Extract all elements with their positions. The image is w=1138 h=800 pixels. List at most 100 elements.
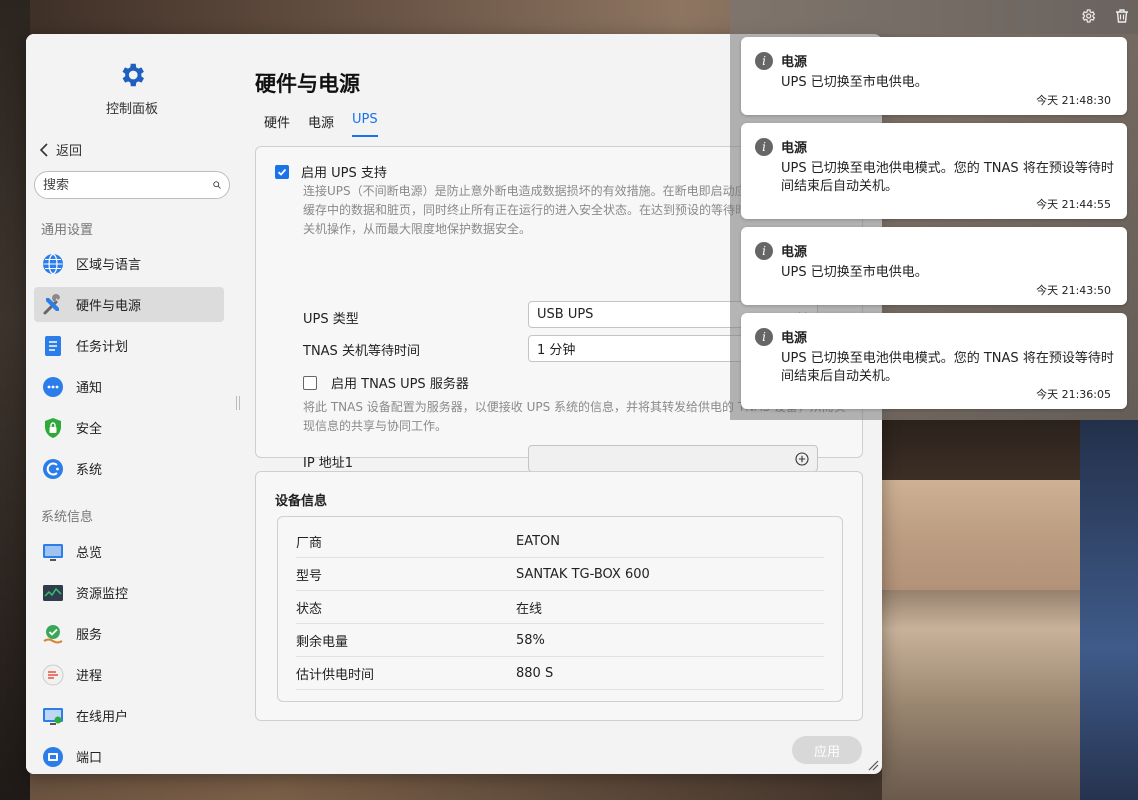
page-title: 硬件与电源: [255, 72, 360, 96]
app-header: 控制面板: [26, 60, 238, 117]
notification-panel: i 电源 UPS 已切换至市电供电。 今天 21:48:30 i 电源 UPS …: [730, 0, 1138, 420]
table-row: 估计供电时间 880 S: [296, 657, 824, 690]
settings-icon[interactable]: [1080, 8, 1096, 24]
notification-toolbar: [1080, 8, 1130, 24]
sidebar-item-notification[interactable]: 通知: [34, 369, 224, 404]
sidebar-item-ports[interactable]: 端口: [34, 739, 224, 774]
table-row: 剩余电量 58%: [296, 624, 824, 657]
info-icon: i: [755, 242, 773, 260]
device-info-card: 设备信息 厂商 EATON 型号 SANTAK TG-BOX 600 状态 在线…: [255, 471, 863, 721]
tools-icon: [43, 293, 60, 314]
row-key: 厂商: [296, 535, 323, 551]
table-row: 状态 在线: [296, 591, 824, 624]
sidebar-item-region-language[interactable]: 区域与语言: [34, 246, 224, 281]
sidebar-item-services[interactable]: 服务: [34, 616, 224, 651]
device-info-title: 设备信息: [275, 494, 328, 509]
service-icon: [43, 624, 63, 643]
sidebar-item-label: 硬件与电源: [76, 299, 142, 314]
sidebar-item-label: 总览: [76, 546, 103, 561]
sidebar-item-label: 通知: [76, 381, 103, 396]
system-icon: [43, 458, 63, 479]
sidebar-item-system[interactable]: 系统: [34, 451, 224, 486]
info-icon: i: [755, 138, 773, 156]
enable-ups-server-row: 启用 TNAS UPS 服务器: [303, 373, 469, 392]
back-button[interactable]: 返回: [38, 140, 82, 159]
monitor-icon: [43, 543, 63, 561]
section-label-system-info: 系统信息: [41, 510, 94, 525]
notification-time: 今天 21:36:05: [1036, 388, 1111, 401]
shutdown-wait-value: 1 分钟: [537, 343, 576, 358]
checkmark-icon: [277, 168, 287, 176]
notification-body: UPS 已切换至电池供电模式。您的 TNAS 将在预设等待时间结束后自动关机。: [781, 351, 1114, 384]
sidebar-item-label: 服务: [76, 628, 103, 643]
search-input[interactable]: [43, 177, 213, 193]
wallpaper-glow: [882, 480, 1082, 590]
tab-hardware[interactable]: 硬件: [264, 112, 290, 137]
sidebar-item-label: 任务计划: [76, 340, 129, 355]
sidebar-item-label: 安全: [76, 422, 103, 437]
sidebar-item-label: 进程: [76, 669, 103, 684]
table-row: 型号 SANTAK TG-BOX 600: [296, 558, 824, 591]
row-key: 剩余电量: [296, 634, 349, 650]
info-icon: i: [755, 328, 773, 346]
ups-type-value: USB UPS: [537, 307, 594, 322]
notification-card[interactable]: i 电源 UPS 已切换至电池供电模式。您的 TNAS 将在预设等待时间结束后自…: [741, 123, 1127, 219]
row-value: 在线: [516, 601, 543, 617]
notification-title: 电源: [781, 245, 808, 260]
tab-ups[interactable]: UPS: [352, 112, 378, 137]
search-box: [34, 171, 230, 199]
apply-button[interactable]: 应用: [792, 736, 862, 764]
sidebar-item-security[interactable]: 安全: [34, 410, 224, 445]
sidebar-item-processes[interactable]: 进程: [34, 657, 224, 692]
notification-card[interactable]: i 电源 UPS 已切换至市电供电。 今天 21:48:30: [741, 37, 1127, 115]
online-user-icon: [43, 707, 63, 725]
ip-address-field[interactable]: [528, 445, 818, 472]
row-key: 型号: [296, 568, 323, 584]
notification-title: 电源: [781, 331, 808, 346]
notification-time: 今天 21:48:30: [1036, 94, 1111, 107]
notification-time: 今天 21:43:50: [1036, 284, 1111, 297]
process-icon: [42, 664, 64, 685]
resize-grip-icon[interactable]: [867, 759, 879, 771]
notification-card[interactable]: i 电源 UPS 已切换至电池供电模式。您的 TNAS 将在预设等待时间结束后自…: [741, 313, 1127, 409]
notification-title: 电源: [781, 55, 808, 70]
sidebar-item-label: 资源监控: [76, 587, 129, 602]
enable-ups-label: 启用 UPS 支持: [301, 166, 387, 181]
row-value: EATON: [516, 533, 560, 549]
app-title: 控制面板: [105, 102, 158, 117]
ip-address-label: IP 地址1: [303, 456, 354, 471]
sidebar: 控制面板 返回 通用设置 区域与语言 硬件与电源 任务计划 通知: [26, 34, 240, 774]
sidebar-item-resource-monitor[interactable]: 资源监控: [34, 575, 224, 610]
chevron-left-icon: [39, 142, 48, 157]
sidebar-item-label: 系统: [76, 463, 103, 478]
port-icon: [43, 746, 63, 767]
info-icon: i: [755, 52, 773, 70]
row-key: 状态: [296, 601, 323, 617]
sidebar-item-hardware-power[interactable]: 硬件与电源: [34, 287, 224, 322]
row-value: SANTAK TG-BOX 600: [516, 566, 650, 582]
row-value: 58%: [516, 632, 545, 648]
chat-bubble-icon: [43, 376, 63, 397]
gear-icon: [122, 63, 144, 87]
notification-time: 今天 21:44:55: [1036, 198, 1111, 211]
notification-card[interactable]: i 电源 UPS 已切换至市电供电。 今天 21:43:50: [741, 227, 1127, 305]
section-label-general: 通用设置: [41, 223, 94, 238]
tab-power[interactable]: 电源: [308, 112, 334, 137]
sidebar-item-label: 区域与语言: [76, 258, 142, 273]
tab-bar: 硬件 电源 UPS: [264, 112, 378, 137]
device-info-table: 厂商 EATON 型号 SANTAK TG-BOX 600 状态 在线 剩余电量…: [277, 516, 843, 702]
enable-ups-server-checkbox[interactable]: [303, 375, 317, 390]
notification-title: 电源: [781, 141, 808, 156]
sidebar-item-online-users[interactable]: 在线用户: [34, 698, 224, 733]
back-label: 返回: [56, 144, 83, 159]
sidebar-item-overview[interactable]: 总览: [34, 534, 224, 569]
wallpaper-blue: [1080, 420, 1138, 800]
trash-icon[interactable]: [1114, 8, 1130, 24]
globe-icon: [43, 253, 63, 274]
enable-ups-checkbox[interactable]: [275, 164, 289, 179]
row-key: 估计供电时间: [296, 667, 375, 683]
add-circle-icon[interactable]: [795, 452, 809, 466]
sidebar-item-task-schedule[interactable]: 任务计划: [34, 328, 224, 363]
search-icon[interactable]: [213, 178, 221, 192]
sidebar-item-label: 端口: [76, 751, 103, 766]
